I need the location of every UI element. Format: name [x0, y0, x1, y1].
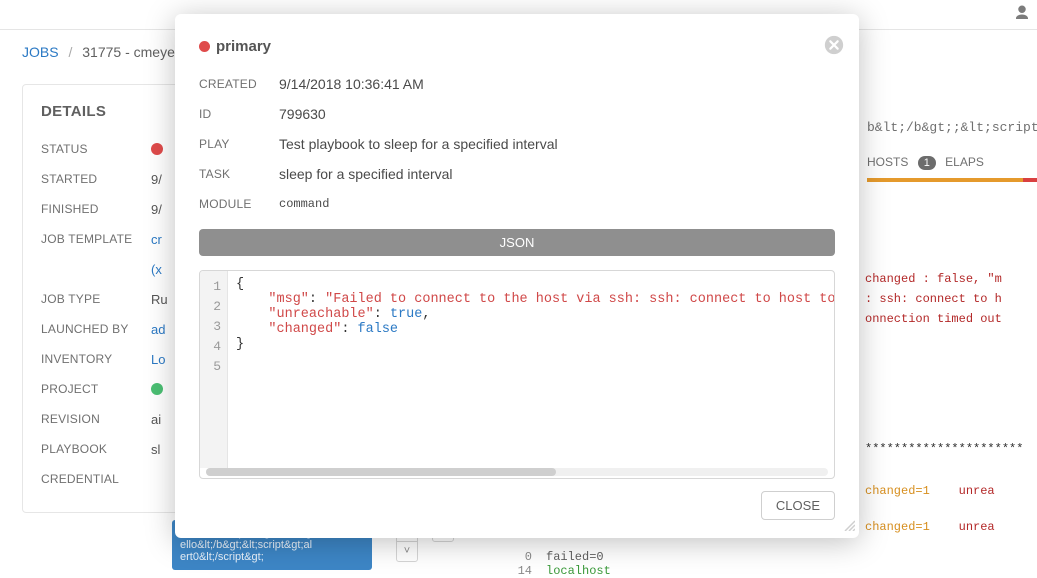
json-code-box: 1 2 3 4 5 { "msg": "Failed to connect to… [199, 270, 835, 479]
scrollbar-thumb[interactable] [206, 468, 556, 476]
mk-task: TASK [199, 167, 279, 181]
code-body[interactable]: { "msg": "Failed to connect to the host … [228, 271, 834, 468]
mk-module: MODULE [199, 197, 279, 211]
modal-title: primary [199, 38, 835, 55]
close-button[interactable]: CLOSE [761, 491, 835, 520]
host-event-modal: primary CREATED9/14/2018 10:36:41 AM ID7… [175, 14, 859, 538]
mv-module: command [279, 197, 329, 211]
mk-created: CREATED [199, 77, 279, 91]
mk-id: ID [199, 107, 279, 121]
mk-play: PLAY [199, 137, 279, 151]
status-dot-icon [199, 41, 210, 52]
mv-created: 9/14/2018 10:36:41 AM [279, 76, 424, 92]
mv-task: sleep for a specified interval [279, 166, 453, 182]
modal-backdrop: primary CREATED9/14/2018 10:36:41 AM ID7… [0, 0, 1037, 574]
horizontal-scrollbar[interactable] [206, 468, 828, 476]
code-gutter: 1 2 3 4 5 [200, 271, 228, 468]
mv-play: Test playbook to sleep for a specified i… [279, 136, 558, 152]
resize-grip-icon[interactable] [843, 519, 855, 534]
close-icon[interactable] [823, 34, 845, 56]
mv-id: 799630 [279, 106, 326, 122]
json-tab-button[interactable]: JSON [199, 229, 835, 256]
